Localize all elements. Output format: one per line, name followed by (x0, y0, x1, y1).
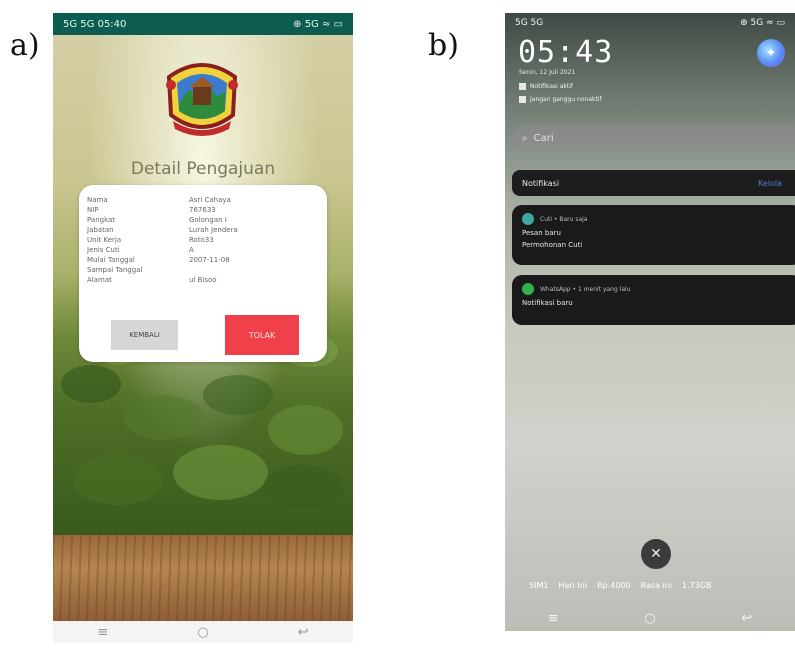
detail-key: Nama (87, 196, 108, 204)
detail-value: Roto33 (189, 236, 214, 244)
phone-screen-b: 5G 5G ⊕ 5G ≈ ▭ 05:43 Senin, 12 Juli 2021… (505, 13, 795, 631)
menu-icon[interactable]: ≡ (97, 625, 108, 640)
panel-label-b: b) (428, 28, 459, 63)
notification-meta: Cuti • Baru saja (522, 213, 792, 225)
detail-key: Jenis Cuti (87, 246, 120, 254)
strip-item: 1.73GB (682, 581, 712, 590)
detail-row: Jabatan Lurah Jendera (87, 225, 319, 235)
status-bar: 5G 5G 05:40 ⊕ 5G ≈ ▭ (53, 13, 353, 35)
detail-value: Lurah Jendera (189, 226, 238, 234)
strip-item: Hari Ini (558, 581, 588, 590)
detail-key: Alamat (87, 276, 112, 284)
detail-value: Asri Cahaya (189, 196, 231, 204)
navigation-bar: ≡ ○ ↩ (505, 605, 795, 631)
quick-status-label: Notifikasi aktif (530, 83, 573, 90)
detail-row: Jenis Cuti A (87, 245, 319, 255)
status-left: 5G 5G (515, 18, 544, 28)
notification-line: Pesan baru (522, 229, 561, 237)
detail-key: Jabatan (87, 226, 114, 234)
navigation-bar: ≡ ○ ↩ (53, 621, 353, 643)
search-placeholder: Cari (533, 132, 554, 144)
detail-key: Pangkat (87, 216, 116, 224)
detail-key: Mulai Tanggal (87, 256, 135, 264)
detail-key: Unit Kerja (87, 236, 122, 244)
detail-row: Nama Asri Cahaya (87, 195, 319, 205)
assistant-icon[interactable]: ✦ (757, 39, 785, 67)
detail-row: Sampai Tanggal (87, 265, 319, 275)
detail-value: 767633 (189, 206, 216, 214)
detail-row: NIP 767633 (87, 205, 319, 215)
province-emblem-icon (166, 63, 238, 136)
detail-value: ul Bisoo (189, 276, 217, 284)
status-bar: 5G 5G ⊕ 5G ≈ ▭ (505, 13, 795, 33)
back-icon[interactable]: ↩ (298, 625, 309, 640)
strip-item: Rasa ini (640, 581, 673, 590)
search-icon: ⌕ (522, 132, 528, 144)
detail-row: Mulai Tanggal 2007-11-08 (87, 255, 319, 265)
notification-source: Cuti • Baru saja (540, 215, 588, 223)
checkbox-icon (519, 96, 526, 103)
detail-row: Alamat ul Bisoo (87, 275, 319, 285)
menu-icon[interactable]: ≡ (548, 611, 559, 626)
quick-status-item: Notifikasi aktif (519, 83, 573, 90)
detail-row: Pangkat Golongan I (87, 215, 319, 225)
app-icon (522, 213, 534, 225)
home-icon[interactable]: ○ (644, 611, 655, 626)
whatsapp-icon (522, 283, 534, 295)
notification-meta: WhatsApp • 1 menit yang lalu (522, 283, 792, 295)
manage-notifications-link[interactable]: Kelola (758, 179, 782, 188)
notification-card[interactable]: WhatsApp • 1 menit yang lalu Notifikasi … (512, 275, 795, 325)
checkbox-icon (519, 83, 526, 90)
notification-line: Permohonan Cuti (522, 241, 583, 249)
close-icon[interactable]: ✕ (641, 539, 671, 569)
phone-screen-a: 5G 5G 05:40 ⊕ 5G ≈ ▭ Detail Pengajuan Na… (53, 13, 353, 643)
quick-status-label: Jangan ganggu nonaktif (530, 96, 602, 103)
search-input[interactable]: ⌕ Cari (512, 125, 795, 151)
notification-header-label: Notifikasi (522, 178, 560, 188)
detail-value: 2007-11-08 (189, 256, 230, 264)
wood-floor (53, 535, 353, 621)
back-button[interactable]: KEMBALI (111, 320, 178, 350)
strip-item: SIM1 (529, 581, 549, 590)
detail-row: Unit Kerja Roto33 (87, 235, 319, 245)
reject-button[interactable]: TOLAK (225, 315, 299, 355)
page-title: Detail Pengajuan (130, 159, 276, 179)
bottom-info-strip: SIM1 Hari Ini Rp.4000 Rasa ini 1.73GB (529, 581, 789, 590)
clock-date: Senin, 12 Juli 2021 (519, 69, 576, 76)
status-left: 5G 5G 05:40 (63, 18, 127, 30)
clock-time: 05:43 (518, 35, 614, 70)
detail-key: Sampai Tanggal (87, 266, 143, 274)
notification-line: Notifikasi baru (522, 299, 573, 307)
detail-value: Golongan I (189, 216, 227, 224)
detail-card: Nama Asri Cahaya NIP 767633 Pangkat Golo… (79, 185, 327, 362)
notification-source: WhatsApp • 1 menit yang lalu (540, 285, 631, 293)
home-icon[interactable]: ○ (197, 625, 208, 640)
panel-label-a: a) (10, 28, 40, 63)
strip-item: Rp.4000 (597, 581, 631, 590)
back-icon[interactable]: ↩ (741, 611, 752, 626)
status-right: ⊕ 5G ≈ ▭ (740, 18, 785, 28)
detail-key: NIP (87, 206, 99, 214)
status-right: ⊕ 5G ≈ ▭ (293, 18, 343, 30)
quick-status-item: Jangan ganggu nonaktif (519, 96, 602, 103)
detail-value: A (189, 246, 194, 254)
notification-card[interactable]: Cuti • Baru saja Pesan baru Permohonan C… (512, 205, 795, 265)
notification-header: Notifikasi Kelola (512, 170, 795, 196)
